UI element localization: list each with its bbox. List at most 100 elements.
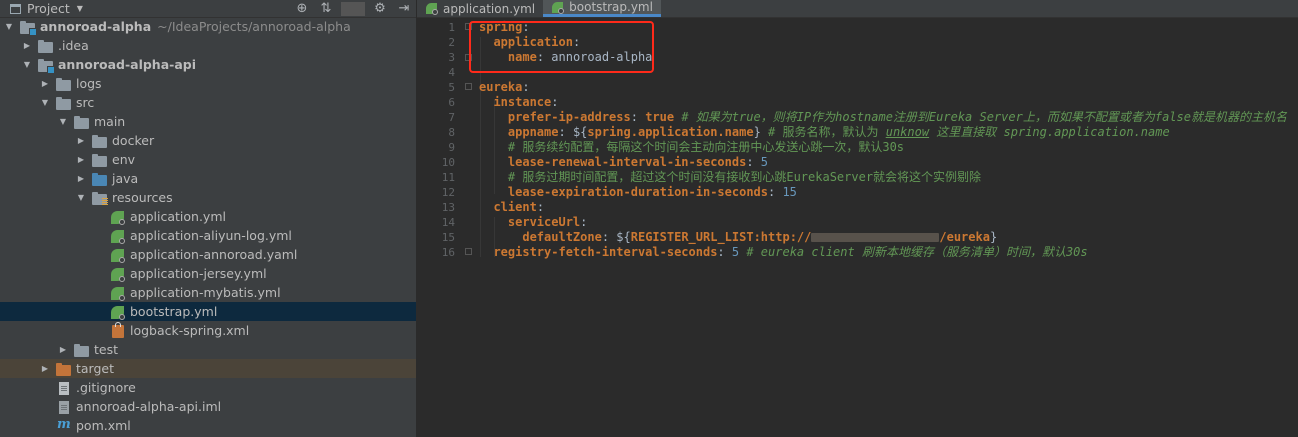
spring-leaf-icon <box>110 229 126 244</box>
tree-item-label: pom.xml <box>76 418 131 433</box>
tree-item-pom-xml[interactable]: m pom.xml <box>0 416 416 435</box>
tree-item-docker[interactable]: ▶ docker <box>0 131 416 150</box>
tree-item-label: annoroad-alpha ~/IdeaProjects/annoroad-al… <box>40 19 351 34</box>
source-folder-icon <box>92 172 108 186</box>
tree-item-test[interactable]: ▶ test <box>0 340 416 359</box>
module-folder-icon <box>38 58 55 74</box>
collapse-all-icon[interactable]: ⇅ <box>314 1 338 16</box>
tree-item-application-mybatis-yml[interactable]: application-mybatis.yml <box>0 283 416 302</box>
code-line-6: instance: <box>493 95 559 109</box>
project-title[interactable]: Project <box>27 1 70 16</box>
tree-item-label: annoroad-alpha-api.iml <box>76 399 222 414</box>
project-icon <box>10 3 21 14</box>
tab-label: application.yml <box>443 1 536 16</box>
expand-arrow-icon[interactable]: ▼ <box>22 60 32 69</box>
line-number: 4 <box>448 66 455 79</box>
annotation-highlight-box <box>469 21 654 73</box>
ide-window: Project ▼ ⊕ ⇅ ⚙ ⇥ ▼ annoroad-alpha ~/Idea… <box>0 0 1298 437</box>
module-folder-icon <box>20 20 37 36</box>
tree-item-idea[interactable]: ▶ .idea <box>0 36 416 55</box>
project-tree: ▼ annoroad-alpha ~/IdeaProjects/annoroad-… <box>0 17 416 435</box>
chevron-down-icon[interactable]: ▼ <box>77 4 83 13</box>
tree-item-label: application-annoroad.yaml <box>130 247 298 262</box>
folder-icon <box>92 153 108 167</box>
tree-item-label: logback-spring.xml <box>130 323 250 338</box>
spring-leaf-icon <box>110 248 126 263</box>
tree-item-resources[interactable]: ▼ resources <box>0 188 416 207</box>
tree-item-application-aliyun-log-yml[interactable]: application-aliyun-log.yml <box>0 226 416 245</box>
tree-item-application-yml[interactable]: application.yml <box>0 207 416 226</box>
collapse-arrow-icon[interactable]: ▶ <box>22 41 32 50</box>
expand-arrow-icon[interactable]: ▼ <box>76 193 86 202</box>
tree-item-annoroad-alpha-api[interactable]: ▼ annoroad-alpha-api <box>0 55 416 74</box>
folder-icon <box>56 77 72 91</box>
tree-item-label: env <box>112 152 136 167</box>
collapse-arrow-icon[interactable]: ▶ <box>40 364 50 373</box>
tree-item-env[interactable]: ▶ env <box>0 150 416 169</box>
fold-marker-icon[interactable] <box>465 248 472 255</box>
tab-bootstrap-yml[interactable]: bootstrap.yml <box>543 0 661 17</box>
tree-item-label: src <box>76 95 95 110</box>
fold-marker-icon[interactable] <box>465 83 472 90</box>
line-number: 2 <box>448 36 455 49</box>
expand-arrow-icon[interactable]: ▼ <box>4 22 14 31</box>
expand-arrow-icon[interactable]: ▼ <box>58 117 68 126</box>
tree-item-bootstrap-yml[interactable]: bootstrap.yml <box>0 302 416 321</box>
tree-item-src[interactable]: ▼ src <box>0 93 416 112</box>
expand-arrow-icon[interactable]: ▼ <box>40 98 50 107</box>
line-number: 7 <box>448 111 455 124</box>
collapse-arrow-icon[interactable]: ▶ <box>40 79 50 88</box>
line-number: 15 <box>441 231 455 244</box>
tree-item-label: application.yml <box>130 209 226 224</box>
tree-item-label: annoroad-alpha-api <box>58 57 197 72</box>
excluded-folder-icon <box>56 362 72 376</box>
line-number: 14 <box>441 216 455 229</box>
tree-item-application-jersey-yml[interactable]: application-jersey.yml <box>0 264 416 283</box>
project-panel: Project ▼ ⊕ ⇅ ⚙ ⇥ ▼ annoroad-alpha ~/Idea… <box>0 0 417 437</box>
tree-item-main[interactable]: ▼ main <box>0 112 416 131</box>
editor-tabs: application.yml bootstrap.yml <box>417 0 1298 18</box>
tree-item-label: .idea <box>58 38 89 53</box>
folder-icon <box>92 134 108 148</box>
tree-item-label: logs <box>76 76 102 91</box>
collapse-arrow-icon[interactable]: ▶ <box>76 174 86 183</box>
tree-item-logs[interactable]: ▶ logs <box>0 74 416 93</box>
module-file-icon <box>56 400 72 414</box>
spring-leaf-icon <box>110 286 126 301</box>
tree-item-logback-spring-xml[interactable]: logback-spring.xml <box>0 321 416 340</box>
collapse-arrow-icon[interactable]: ▶ <box>58 345 68 354</box>
maven-icon: m <box>57 416 71 432</box>
code-line-11: # 服务过期时间配置，超过这个时间没有接收到心跳EurekaServer就会将这… <box>507 170 982 184</box>
spring-leaf-icon <box>110 267 126 282</box>
tree-item-iml[interactable]: annoroad-alpha-api.iml <box>0 397 416 416</box>
spring-leaf-icon <box>425 2 439 15</box>
line-number: 9 <box>448 141 455 154</box>
tree-item-target[interactable]: ▶ target <box>0 359 416 378</box>
collapse-arrow-icon[interactable]: ▶ <box>76 155 86 164</box>
line-number: 11 <box>441 171 455 184</box>
project-tools: ⊕ ⇅ ⚙ ⇥ <box>290 1 416 16</box>
text-file-icon <box>56 381 72 395</box>
tree-item-application-annoroad-yaml[interactable]: application-annoroad.yaml <box>0 245 416 264</box>
folder-icon <box>38 39 54 53</box>
code-line-8: appname: ${spring.application.name} # 服务… <box>507 125 1170 139</box>
project-toolbar: Project ▼ ⊕ ⇅ ⚙ ⇥ <box>0 0 416 18</box>
tree-item-java[interactable]: ▶ java <box>0 169 416 188</box>
tree-item-annoroad-alpha[interactable]: ▼ annoroad-alpha ~/IdeaProjects/annoroad-… <box>0 17 416 36</box>
folder-icon <box>74 343 90 357</box>
tree-item-label: test <box>94 342 119 357</box>
code-line-10: lease-renewal-interval-in-seconds: 5 <box>507 155 769 169</box>
line-number: 12 <box>441 186 455 199</box>
code-line-16: registry-fetch-interval-seconds: 5 # eur… <box>493 245 1088 259</box>
tab-application-yml[interactable]: application.yml <box>417 0 543 17</box>
tree-item-label: bootstrap.yml <box>130 304 218 319</box>
tree-item-label: application-mybatis.yml <box>130 285 281 300</box>
gear-icon[interactable]: ⚙ <box>368 1 392 16</box>
folder-icon <box>74 115 90 129</box>
collapse-arrow-icon[interactable]: ▶ <box>76 136 86 145</box>
tree-item-label: main <box>94 114 126 129</box>
crosshair-icon[interactable]: ⊕ <box>290 1 314 16</box>
toolbar-divider <box>341 1 365 16</box>
tree-item-gitignore[interactable]: .gitignore <box>0 378 416 397</box>
hide-icon[interactable]: ⇥ <box>392 1 416 16</box>
